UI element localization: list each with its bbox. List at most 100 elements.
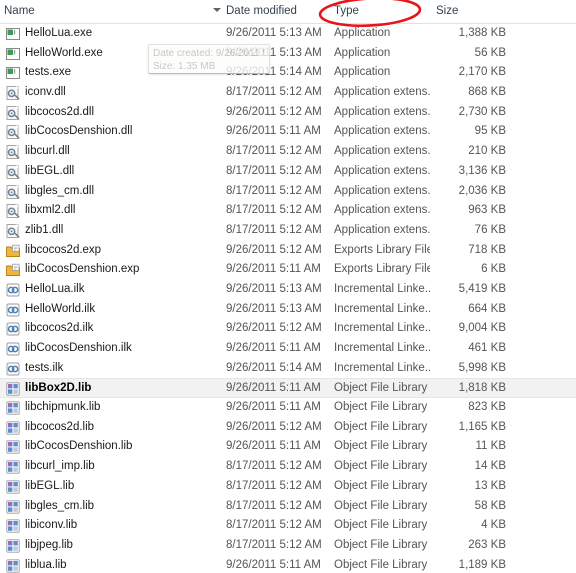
file-row[interactable]: libjpeg.lib 8/17/2011 5:12 AM Object File … — [0, 536, 576, 556]
file-name-cell: iconv.dll — [25, 86, 66, 99]
file-size-cell: 6 KB — [481, 263, 506, 276]
file-row[interactable]: libCocosDenshion.exp 9/26/2011 5:11 AM Exp… — [0, 260, 576, 280]
file-size-cell: 1,388 KB — [458, 27, 506, 39]
ilk-file-icon — [5, 341, 21, 357]
file-row[interactable]: libCocosDenshion.dll 9/26/2011 5:11 AM App… — [0, 122, 576, 142]
file-row[interactable]: iconv.dll 8/17/2011 5:12 AM Application ex… — [0, 83, 576, 103]
file-date-modified-cell: 8/17/2011 5:12 AM — [226, 499, 322, 512]
file-size-cell: 3,136 KB — [458, 164, 506, 177]
file-type-cell: Application — [334, 66, 391, 79]
file-name-cell: libchipmunk.lib — [25, 401, 101, 414]
file-type-cell: Object File Library — [334, 558, 428, 571]
file-size-cell: 263 KB — [468, 538, 506, 551]
file-type-cell: Application extens... — [334, 223, 430, 236]
file-name-cell: HelloWorld.ilk — [25, 302, 96, 315]
file-name-cell: libiconv.lib — [25, 519, 78, 532]
file-date-modified-cell: 9/26/2011 5:13 AM — [226, 282, 322, 295]
lib-file-icon — [5, 499, 21, 515]
file-row[interactable]: HelloLua.exe 9/26/2011 5:13 AM Application… — [0, 24, 576, 44]
file-size-cell: 13 KB — [474, 479, 506, 492]
column-header-name-label: Name — [4, 5, 35, 17]
file-date-modified-cell: 9/26/2011 5:12 AM — [226, 243, 322, 256]
file-row[interactable]: libgles_cm.dll 8/17/2011 5:12 AM Applicati… — [0, 182, 576, 202]
column-header-row: Name Date modified Type Size — [0, 0, 576, 24]
file-size-cell: 2,170 KB — [458, 66, 506, 79]
file-row[interactable]: libCocosDenshion.lib 9/26/2011 5:11 AM Obj… — [0, 437, 576, 457]
file-name-cell: HelloLua.exe — [25, 27, 93, 39]
file-date-modified-cell: 8/17/2011 5:12 AM — [226, 204, 322, 217]
file-row[interactable]: tests.ilk 9/26/2011 5:14 AM Incremental Li… — [0, 359, 576, 379]
file-row[interactable]: libcurl.dll 8/17/2011 5:12 AM Application … — [0, 142, 576, 162]
file-row[interactable]: zlib1.dll 8/17/2011 5:12 AM Application ex… — [0, 221, 576, 241]
file-type-cell: Exports Library File — [334, 243, 430, 256]
file-row[interactable]: libCocosDenshion.ilk 9/26/2011 5:11 AM Inc… — [0, 339, 576, 359]
file-row[interactable]: tests.exe 9/26/2011 5:14 AM Application 2,1… — [0, 63, 576, 83]
file-type-cell: Application extens... — [334, 204, 430, 217]
file-size-cell: 5,998 KB — [458, 361, 506, 374]
column-header-name[interactable]: Name — [4, 0, 209, 23]
tooltip-size-line: Size: 1.35 MB — [153, 61, 216, 72]
file-type-cell: Exports Library File — [334, 263, 430, 276]
file-row[interactable]: HelloWorld.exe 9/26/2011 5:13 AM Applicati… — [0, 44, 576, 64]
exp-file-icon — [5, 262, 21, 278]
file-date-modified-cell: 8/17/2011 5:12 AM — [226, 223, 322, 236]
file-size-cell: 4 KB — [481, 519, 506, 532]
file-row[interactable]: libEGL.lib 8/17/2011 5:12 AM Object File L… — [0, 477, 576, 497]
file-row[interactable]: HelloWorld.ilk 9/26/2011 5:13 AM Increment… — [0, 300, 576, 320]
column-header-size[interactable]: Size — [436, 0, 506, 23]
file-row[interactable]: libBox2D.lib 9/26/2011 5:11 AM Object File… — [0, 378, 576, 399]
exp-file-icon — [5, 243, 21, 259]
file-row[interactable]: HelloLua.ilk 9/26/2011 5:13 AM Incremental… — [0, 280, 576, 300]
ilk-file-icon — [5, 321, 21, 337]
file-type-cell: Object File Library — [334, 401, 428, 414]
column-header-date-modified[interactable]: Date modified — [226, 0, 316, 23]
application-exe-icon — [5, 46, 21, 62]
file-date-modified-cell: 9/26/2011 5:11 AM — [226, 440, 321, 453]
column-header-type[interactable]: Type — [334, 0, 424, 23]
file-date-modified-cell: 9/26/2011 5:11 AM — [226, 382, 321, 395]
file-list[interactable]: HelloLua.exe 9/26/2011 5:13 AM Application… — [0, 24, 576, 573]
file-row[interactable]: libchipmunk.lib 9/26/2011 5:11 AM Object F… — [0, 398, 576, 418]
file-name-cell: libcurl.dll — [25, 145, 70, 158]
file-row[interactable]: libEGL.dll 8/17/2011 5:12 AM Application e… — [0, 162, 576, 182]
file-date-modified-cell: 8/17/2011 5:12 AM — [226, 479, 322, 492]
application-exe-icon — [5, 65, 21, 81]
file-size-cell: 2,036 KB — [458, 184, 506, 197]
file-row[interactable]: libcocos2d.dll 9/26/2011 5:12 AM Applicati… — [0, 103, 576, 123]
file-row[interactable]: liblua.lib 9/26/2011 5:11 AM Object File L… — [0, 556, 576, 573]
file-type-cell: Incremental Linke... — [334, 302, 430, 315]
file-date-modified-cell: 9/26/2011 5:11 AM — [226, 401, 321, 414]
file-date-modified-cell: 9/26/2011 5:12 AM — [226, 105, 322, 118]
file-date-modified-cell: 9/26/2011 5:11 AM — [226, 125, 321, 138]
file-row[interactable]: libiconv.lib 8/17/2011 5:12 AM Object File… — [0, 516, 576, 536]
file-row[interactable]: libcocos2d.ilk 9/26/2011 5:12 AM Increment… — [0, 319, 576, 339]
file-type-cell: Application extens... — [334, 145, 430, 158]
file-type-cell: Object File Library — [334, 420, 428, 433]
file-date-modified-cell: 8/17/2011 5:12 AM — [226, 145, 322, 158]
file-row[interactable]: libxml2.dll 8/17/2011 5:12 AM Application … — [0, 201, 576, 221]
file-name-cell: libjpeg.lib — [25, 538, 73, 551]
column-header-size-label: Size — [436, 5, 459, 17]
lib-file-icon — [5, 558, 21, 573]
file-date-modified-cell: 8/17/2011 5:12 AM — [226, 86, 322, 99]
file-name-cell: libcocos2d.exp — [25, 243, 102, 256]
file-row[interactable]: libgles_cm.lib 8/17/2011 5:12 AM Object Fi… — [0, 497, 576, 517]
file-type-cell: Application — [334, 46, 391, 59]
file-date-modified-cell: 8/17/2011 5:12 AM — [226, 184, 322, 197]
file-size-cell: 1,165 KB — [458, 420, 506, 433]
file-size-cell: 868 KB — [468, 86, 506, 99]
file-date-modified-cell: 9/26/2011 5:11 AM — [226, 263, 321, 276]
file-type-cell: Application extens... — [334, 164, 430, 177]
dll-gear-icon — [5, 203, 21, 219]
file-row[interactable]: libcurl_imp.lib 8/17/2011 5:12 AM Object F… — [0, 457, 576, 477]
file-info-tooltip: Date created: 9/26/2011 5:12 AM Size: 1.… — [148, 44, 270, 74]
file-row[interactable]: libcocos2d.lib 9/26/2011 5:12 AM Object Fi… — [0, 418, 576, 438]
file-date-modified-cell: 9/26/2011 5:11 AM — [226, 558, 321, 571]
file-row[interactable]: libcocos2d.exp 9/26/2011 5:12 AM Exports L… — [0, 241, 576, 261]
sort-descending-chevron-icon[interactable] — [213, 8, 221, 12]
file-size-cell: 1,818 KB — [458, 382, 506, 395]
file-size-cell: 9,004 KB — [458, 322, 506, 335]
file-size-cell: 1,189 KB — [458, 558, 506, 571]
dll-gear-icon — [5, 105, 21, 121]
file-name-cell: libCocosDenshion.dll — [25, 125, 133, 138]
